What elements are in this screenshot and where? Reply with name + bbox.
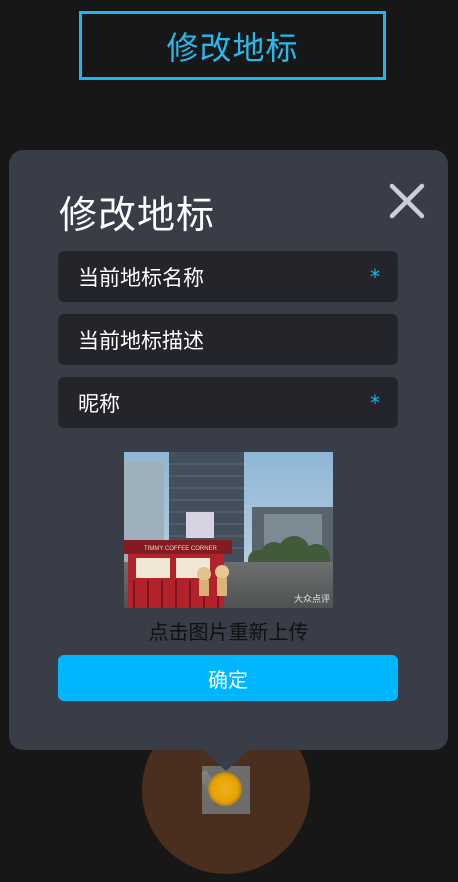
location-marker-icon[interactable] bbox=[202, 766, 250, 814]
marker-glow bbox=[208, 772, 242, 806]
required-mark: * bbox=[370, 264, 380, 289]
storefront-sign: TIMMY COFFEE CORNER bbox=[144, 546, 218, 552]
nickname-field[interactable]: 昵称 * bbox=[58, 377, 398, 428]
landmark-name-field[interactable]: 当前地标名称 * bbox=[58, 251, 398, 302]
page-title: 修改地标 bbox=[79, 11, 386, 80]
close-icon bbox=[389, 183, 425, 219]
landmark-photo-image: TIMMY COFFEE CORNER 大众点评 bbox=[124, 452, 333, 608]
dialog-pointer bbox=[202, 749, 250, 771]
landmark-name-placeholder: 当前地标名称 bbox=[78, 265, 204, 290]
photo-watermark: 大众点评 bbox=[294, 593, 330, 604]
required-mark: * bbox=[370, 390, 380, 415]
edit-landmark-dialog: 修改地标 当前地标名称 * 当前地标描述 昵称 * TIMMY COFFEE C… bbox=[9, 150, 448, 750]
nickname-placeholder: 昵称 bbox=[78, 391, 120, 416]
reupload-hint[interactable]: 点击图片重新上传 bbox=[9, 616, 448, 645]
landmark-description-field[interactable]: 当前地标描述 bbox=[58, 314, 398, 365]
confirm-button-label: 确定 bbox=[208, 667, 248, 692]
screen: 修改地标 修改地标 当前地标名称 * 当前地标描述 昵称 * TIMMY COF… bbox=[0, 0, 458, 882]
close-button[interactable] bbox=[387, 181, 427, 221]
landmark-description-placeholder: 当前地标描述 bbox=[78, 328, 204, 353]
page-title-text: 修改地标 bbox=[166, 28, 299, 67]
confirm-button[interactable]: 确定 bbox=[58, 655, 398, 701]
dialog-title: 修改地标 bbox=[59, 193, 216, 237]
landmark-photo[interactable]: TIMMY COFFEE CORNER 大众点评 bbox=[124, 452, 333, 608]
